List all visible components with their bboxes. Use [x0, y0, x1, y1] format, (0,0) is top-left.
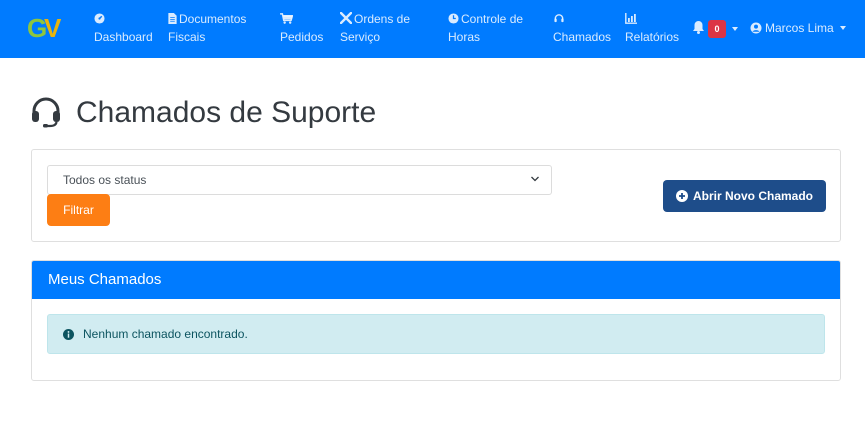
nav-chamados[interactable]: Chamados [553, 10, 611, 46]
headset-icon [30, 96, 62, 128]
page-title: Chamados de Suporte [76, 96, 377, 129]
status-select[interactable]: Todos os status [47, 165, 552, 195]
tickets-card: Meus Chamados Nenhum chamado encontrado. [31, 260, 841, 381]
nav-dashboard[interactable]: Dashboard [94, 10, 153, 46]
notifications-bell-icon[interactable] [692, 20, 706, 34]
user-circle-icon [750, 22, 762, 34]
user-caret-icon[interactable] [840, 26, 846, 30]
top-navbar: G V Dashboard Documentos Fiscais Pedidos… [0, 0, 865, 58]
nav-controle-line1: Controle de [461, 12, 524, 26]
brand-logo[interactable]: G V [26, 11, 66, 43]
cart-icon [280, 13, 293, 24]
chart-icon [625, 13, 637, 24]
gauge-icon [94, 13, 105, 24]
nav-documentos-fiscais[interactable]: Documentos Fiscais [168, 10, 246, 46]
filter-button[interactable]: Filtrar [47, 194, 110, 226]
nav-pedidos-label: Pedidos [280, 30, 324, 44]
new-ticket-button[interactable]: Abrir Novo Chamado [663, 180, 826, 212]
nav-ordens-line2: Serviço [340, 30, 381, 44]
nav-controle-horas[interactable]: Controle de Horas [448, 10, 523, 46]
empty-tickets-alert: Nenhum chamado encontrado. [47, 314, 825, 354]
document-icon [168, 13, 177, 24]
headset-icon [553, 13, 565, 24]
user-menu[interactable]: Marcos Lima [750, 19, 834, 37]
new-ticket-label: Abrir Novo Chamado [692, 189, 813, 203]
status-select-value: Todos os status [63, 173, 147, 187]
nav-relatorios[interactable]: Relatórios [625, 10, 679, 46]
chevron-down-icon [531, 176, 539, 182]
filter-card: Todos os status Filtrar Abrir Novo Chama… [31, 149, 841, 242]
notifications-caret-icon[interactable] [732, 27, 738, 31]
nav-ordens-servico[interactable]: Ordens de Serviço [340, 10, 410, 46]
nav-dashboard-label: Dashboard [94, 30, 153, 44]
user-name: Marcos Lima [765, 21, 834, 35]
nav-chamados-label: Chamados [553, 30, 612, 44]
clock-icon [448, 13, 459, 24]
nav-pedidos[interactable]: Pedidos [280, 10, 323, 46]
nav-controle-line2: Horas [448, 30, 481, 44]
info-circle-icon [63, 329, 74, 340]
nav-documentos-line2: Fiscais [168, 30, 206, 44]
empty-tickets-message: Nenhum chamado encontrado. [83, 327, 248, 341]
notifications-count-badge[interactable]: 0 [708, 20, 726, 38]
plus-circle-icon [675, 190, 688, 202]
svg-text:V: V [44, 13, 62, 43]
nav-relatorios-label: Relatórios [625, 30, 680, 44]
tickets-card-header: Meus Chamados [32, 261, 840, 299]
nav-documentos-line1: Documentos [179, 12, 247, 26]
tools-icon [340, 12, 352, 24]
nav-ordens-line1: Ordens de [354, 12, 411, 26]
